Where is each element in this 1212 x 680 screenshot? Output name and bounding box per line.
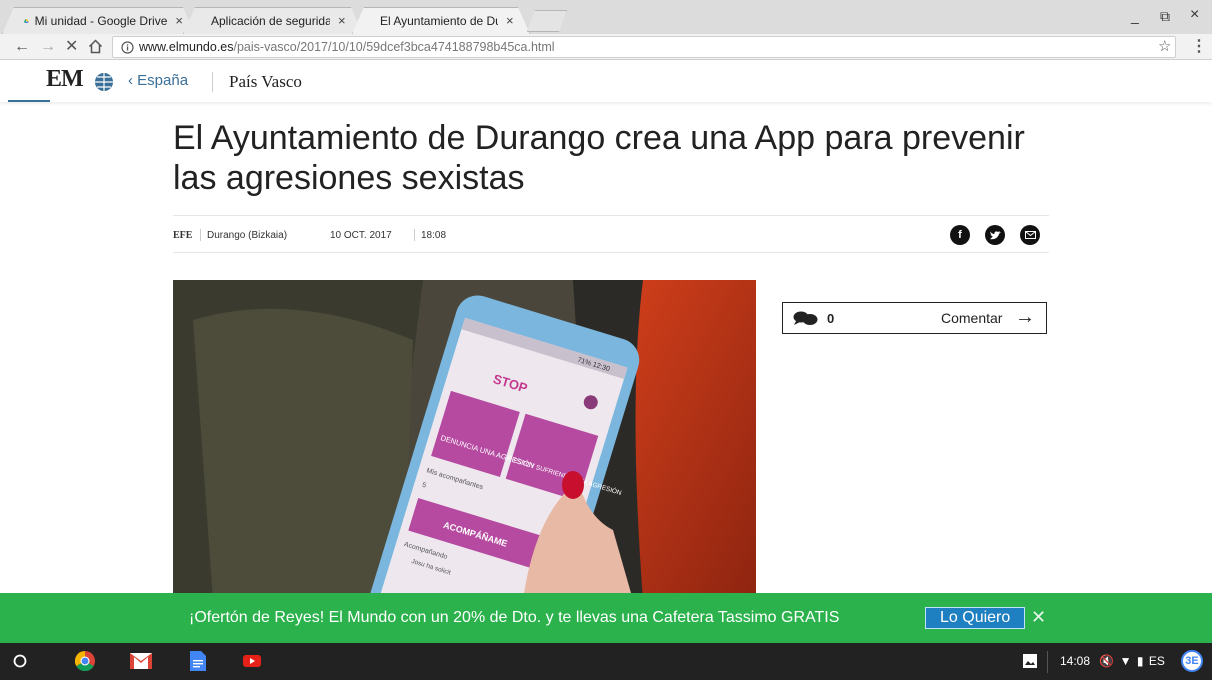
comments-icon bbox=[793, 311, 818, 325]
back-icon[interactable]: ← bbox=[14, 37, 30, 57]
breadcrumb-label: España bbox=[137, 72, 189, 89]
youtube-icon[interactable] bbox=[242, 651, 262, 671]
menu-icon[interactable]: ⋮ bbox=[1191, 37, 1207, 57]
comment-button[interactable]: 0 Comentar → bbox=[782, 302, 1047, 334]
section-title[interactable]: País Vasco bbox=[229, 72, 302, 92]
wifi-icon: ▼ bbox=[1119, 654, 1132, 668]
new-tab-button[interactable] bbox=[527, 10, 567, 32]
home-icon[interactable] bbox=[88, 39, 103, 54]
byline-divider bbox=[200, 229, 201, 241]
breadcrumb-divider bbox=[212, 72, 213, 92]
close-tab-icon[interactable]: × bbox=[338, 13, 346, 28]
docs-icon[interactable] bbox=[190, 651, 206, 671]
user-avatar[interactable]: 3E bbox=[1181, 650, 1203, 672]
el-mundo-logo[interactable]: EM bbox=[46, 66, 84, 93]
logo-underline bbox=[8, 100, 50, 102]
chrome-icon[interactable] bbox=[75, 651, 95, 671]
os-shelf: 14:08 🔇 ▼ ▮ ES 3E bbox=[0, 643, 1212, 680]
minimize-icon[interactable]: _ bbox=[1131, 8, 1139, 24]
facebook-icon[interactable]: f bbox=[950, 225, 970, 245]
close-window-icon[interactable]: × bbox=[1190, 6, 1199, 24]
tab-aplicacion[interactable]: Aplicación de seguridad × bbox=[183, 7, 363, 34]
promo-banner: ¡Ofertón de Reyes! El Mundo con un 20% d… bbox=[0, 593, 1212, 643]
tab-el-mundo[interactable]: El Ayuntamiento de Dur × bbox=[352, 7, 530, 34]
url-path: /pais-vasco/2017/10/10/59dcef3bca4741887… bbox=[233, 40, 555, 54]
promo-text: ¡Ofertón de Reyes! El Mundo con un 20% d… bbox=[189, 609, 840, 626]
byline: EFE Durango (Bizkaia) 10 OCT. 2017 18:08… bbox=[173, 215, 1049, 253]
close-tab-icon[interactable]: × bbox=[175, 13, 183, 28]
article-photo[interactable]: 71% 12:30 STOP DENUNCIA UNA AGRESIÓN EST… bbox=[173, 280, 756, 600]
arrow-right-icon: → bbox=[1015, 306, 1035, 328]
tab-strip: Mi unidad - Google Drive × Aplicación de… bbox=[0, 0, 1212, 34]
language: ES bbox=[1148, 654, 1165, 668]
launcher-icon[interactable] bbox=[10, 651, 30, 671]
gmail-icon[interactable] bbox=[130, 651, 152, 671]
forward-icon[interactable]: → bbox=[40, 37, 56, 57]
mute-icon: 🔇 bbox=[1099, 654, 1115, 668]
globe-logo-icon bbox=[95, 73, 113, 91]
battery-icon: ▮ bbox=[1136, 654, 1144, 668]
url-host: www.elmundo.es bbox=[139, 40, 234, 54]
site-header: EM ‹ España País Vasco bbox=[0, 60, 1212, 102]
tab-google-drive[interactable]: Mi unidad - Google Drive × bbox=[2, 7, 195, 34]
google-drive-icon bbox=[24, 18, 29, 23]
stop-icon[interactable]: ✕ bbox=[65, 37, 78, 57]
status-tray[interactable]: 14:08 🔇 ▼ ▮ ES bbox=[1060, 654, 1165, 668]
tab-title: El Ayuntamiento de Dur bbox=[380, 13, 498, 28]
agency: EFE bbox=[173, 230, 193, 241]
tray-divider bbox=[1047, 651, 1048, 673]
close-promo-icon[interactable]: ✕ bbox=[1031, 607, 1046, 628]
comment-count: 0 bbox=[827, 311, 835, 326]
article-headline: El Ayuntamiento de Durango crea una App … bbox=[173, 119, 1025, 197]
email-icon[interactable] bbox=[1020, 225, 1040, 245]
breadcrumb-espana[interactable]: ‹ España bbox=[128, 72, 188, 89]
twitter-icon[interactable] bbox=[985, 225, 1005, 245]
info-icon[interactable] bbox=[121, 40, 134, 54]
tab-title: Aplicación de seguridad bbox=[211, 13, 330, 28]
browser-toolbar: ← → ✕ www.elmundo.es/pais-vasco/2017/10/… bbox=[0, 34, 1212, 60]
comment-label: Comentar bbox=[941, 310, 1003, 326]
place: Durango (Bizkaia) bbox=[207, 230, 288, 241]
byline-divider bbox=[414, 229, 415, 241]
time: 18:08 bbox=[421, 230, 447, 241]
phone-app-photo: 71% 12:30 STOP DENUNCIA UNA AGRESIÓN EST… bbox=[173, 280, 756, 600]
image-notification-icon[interactable] bbox=[1023, 651, 1037, 671]
tab-title: Mi unidad - Google Drive bbox=[34, 13, 168, 28]
clock: 14:08 bbox=[1060, 654, 1091, 668]
address-bar[interactable]: www.elmundo.es/pais-vasco/2017/10/10/59d… bbox=[112, 36, 1176, 58]
restore-icon[interactable]: ⧉ bbox=[1160, 8, 1170, 25]
close-tab-icon[interactable]: × bbox=[506, 13, 514, 28]
date: 10 OCT. 2017 bbox=[330, 230, 392, 241]
promo-cta-button[interactable]: Lo Quiero bbox=[925, 607, 1026, 629]
bookmark-star-icon[interactable]: ☆ bbox=[1158, 37, 1171, 57]
